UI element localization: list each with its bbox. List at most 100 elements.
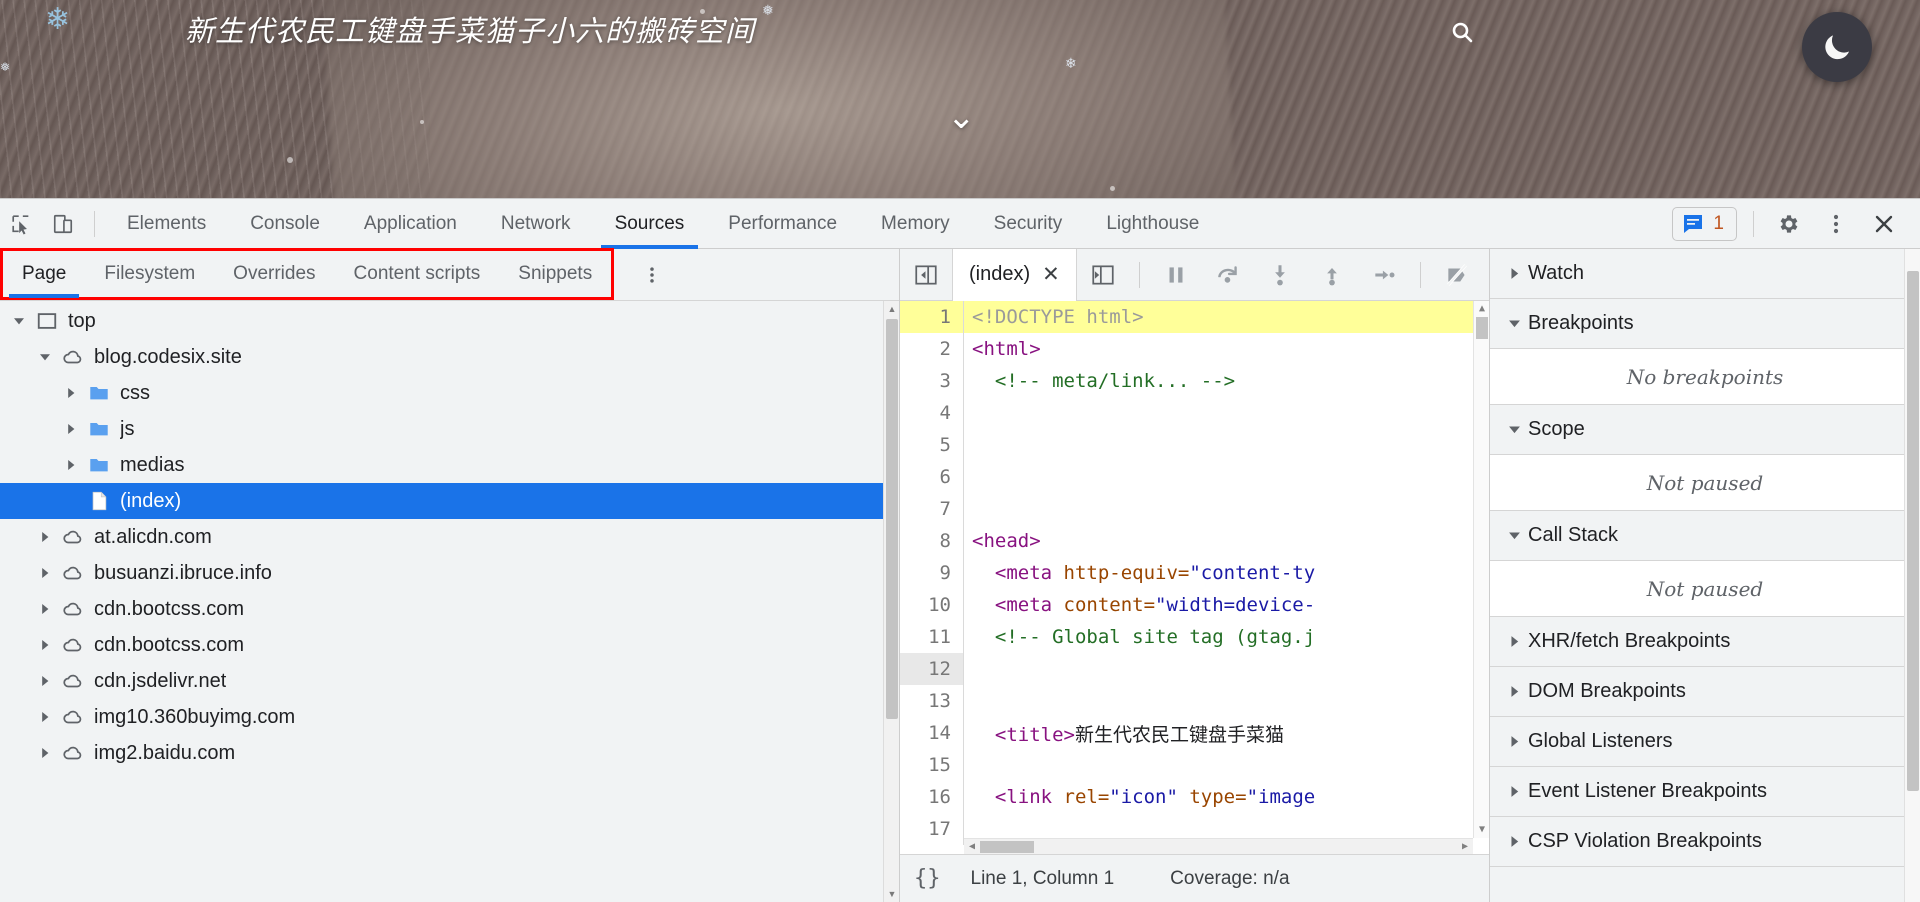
editor-horizontal-scrollbar[interactable]: ◀ ▶ (964, 838, 1473, 854)
tab-lighthouse[interactable]: Lighthouse (1084, 199, 1221, 249)
chevron-right-icon[interactable] (1500, 785, 1528, 798)
chevron-right-icon[interactable] (32, 747, 58, 759)
step-icon[interactable] (1358, 249, 1410, 301)
debugger-section-header[interactable]: Call Stack (1490, 511, 1920, 561)
line-number[interactable]: 12 (900, 653, 964, 685)
chevron-right-icon[interactable] (1500, 735, 1528, 748)
line-number[interactable]: 7 (900, 493, 964, 525)
scroll-left-arrow-icon[interactable]: ◀ (964, 839, 980, 854)
scrollbar-thumb[interactable] (980, 841, 1034, 853)
code-line[interactable]: 1 <!DOCTYPE html> (900, 301, 1489, 333)
pretty-print-icon[interactable]: {} (914, 866, 941, 891)
scroll-up-arrow-icon[interactable]: ▲ (884, 301, 899, 317)
tab-performance[interactable]: Performance (706, 199, 859, 249)
line-number[interactable]: 13 (900, 685, 964, 717)
scrollbar-thumb[interactable] (1907, 271, 1919, 791)
file-tree-scrollbar[interactable]: ▲ ▼ (883, 301, 899, 902)
tab-network[interactable]: Network (479, 199, 593, 249)
scrollbar-thumb[interactable] (886, 319, 898, 719)
search-icon[interactable] (1450, 20, 1480, 50)
close-icon[interactable] (1860, 205, 1908, 243)
code-line[interactable]: 5 (900, 429, 1489, 461)
chevron-down-icon[interactable] (6, 315, 32, 327)
scroll-down-arrow-icon[interactable]: ▼ (884, 886, 899, 902)
code-line[interactable]: 14 <title>新生代农民工键盘手菜猫 (900, 717, 1489, 749)
line-number[interactable]: 11 (900, 621, 964, 653)
line-number[interactable]: 10 (900, 589, 964, 621)
step-out-icon[interactable] (1306, 249, 1358, 301)
chevron-down-icon[interactable] (32, 351, 58, 363)
nav-tab-content-scripts[interactable]: Content scripts (335, 251, 500, 297)
file-tree-item[interactable]: img2.baidu.com (0, 735, 899, 771)
debugger-section-header[interactable]: Breakpoints (1490, 299, 1920, 349)
code-line[interactable]: 15 (900, 749, 1489, 781)
scroll-right-arrow-icon[interactable]: ▶ (1457, 839, 1473, 854)
file-tree-item[interactable]: at.alicdn.com (0, 519, 899, 555)
pause-icon[interactable] (1150, 249, 1202, 301)
file-tree-item[interactable]: busuanzi.ibruce.info (0, 555, 899, 591)
code-line[interactable]: 16 <link rel="icon" type="image (900, 781, 1489, 813)
chevron-right-icon[interactable] (32, 531, 58, 543)
chevron-right-icon[interactable] (32, 639, 58, 651)
line-number[interactable]: 15 (900, 749, 964, 781)
tab-memory[interactable]: Memory (859, 199, 972, 249)
file-tree-item[interactable]: cdn.bootcss.com (0, 591, 899, 627)
chevron-down-icon[interactable] (1500, 423, 1528, 436)
more-vertical-icon[interactable] (632, 255, 672, 295)
line-number[interactable]: 2 (900, 333, 964, 365)
debugger-section-header[interactable]: DOM Breakpoints (1490, 667, 1920, 717)
file-tree-item[interactable]: cdn.bootcss.com (0, 627, 899, 663)
settings-gear-icon[interactable] (1764, 205, 1812, 243)
code-line[interactable]: 12 (900, 653, 1489, 685)
debugger-section-header[interactable]: Scope (1490, 405, 1920, 455)
line-number[interactable]: 9 (900, 557, 964, 589)
code-line[interactable]: 3 <!-- meta/link... --> (900, 365, 1489, 397)
code-line[interactable]: 8 <head> (900, 525, 1489, 557)
line-number[interactable]: 6 (900, 461, 964, 493)
close-icon[interactable]: ✕ (1042, 262, 1060, 287)
nav-tab-snippets[interactable]: Snippets (499, 251, 611, 297)
debugger-section-header[interactable]: Watch (1490, 249, 1920, 299)
nav-tab-overrides[interactable]: Overrides (214, 251, 334, 297)
step-into-icon[interactable] (1254, 249, 1306, 301)
more-vertical-icon[interactable] (1812, 205, 1860, 243)
device-toolbar-icon[interactable] (42, 205, 84, 243)
line-number[interactable]: 14 (900, 717, 964, 749)
debugger-section-header[interactable]: Event Listener Breakpoints (1490, 767, 1920, 817)
step-over-icon[interactable] (1202, 249, 1254, 301)
tab-console[interactable]: Console (228, 199, 342, 249)
chevron-right-icon[interactable] (1500, 635, 1528, 648)
line-number[interactable]: 8 (900, 525, 964, 557)
debugger-section-header[interactable]: XHR/fetch Breakpoints (1490, 617, 1920, 667)
chevron-down-icon[interactable] (1500, 317, 1528, 330)
chevron-right-icon[interactable] (32, 675, 58, 687)
line-number[interactable]: 1 (900, 301, 964, 333)
file-tree-item[interactable]: cdn.jsdelivr.net (0, 663, 899, 699)
editor-file-tab[interactable]: (index) ✕ (952, 248, 1077, 301)
code-line[interactable]: 10 <meta content="width=device- (900, 589, 1489, 621)
code-line[interactable]: 6 (900, 461, 1489, 493)
chevron-down-icon[interactable] (1500, 529, 1528, 542)
file-tree-item[interactable]: top (0, 303, 899, 339)
code-line[interactable]: 4 (900, 397, 1489, 429)
code-line[interactable]: 7 (900, 493, 1489, 525)
chevron-right-icon[interactable] (32, 567, 58, 579)
inspect-element-icon[interactable] (0, 205, 42, 243)
editor-vertical-scrollbar[interactable]: ▲ ▼ (1473, 301, 1489, 838)
line-number[interactable]: 16 (900, 781, 964, 813)
chevron-right-icon[interactable] (32, 603, 58, 615)
chevron-right-icon[interactable] (58, 387, 84, 399)
theme-toggle-button[interactable] (1802, 12, 1872, 82)
tab-sources[interactable]: Sources (593, 199, 707, 249)
code-line[interactable]: 13 (900, 685, 1489, 717)
message-count-button[interactable]: 1 (1672, 206, 1737, 241)
debugger-scrollbar[interactable] (1904, 249, 1920, 902)
chevron-right-icon[interactable] (58, 423, 84, 435)
chevron-down-icon[interactable]: ⌄ (947, 100, 976, 134)
chevron-right-icon[interactable] (32, 711, 58, 723)
line-number[interactable]: 4 (900, 397, 964, 429)
scrollbar-thumb[interactable] (1476, 317, 1488, 339)
file-tree-item[interactable]: medias (0, 447, 899, 483)
nav-tab-filesystem[interactable]: Filesystem (85, 251, 214, 297)
file-tree-item[interactable]: js (0, 411, 899, 447)
